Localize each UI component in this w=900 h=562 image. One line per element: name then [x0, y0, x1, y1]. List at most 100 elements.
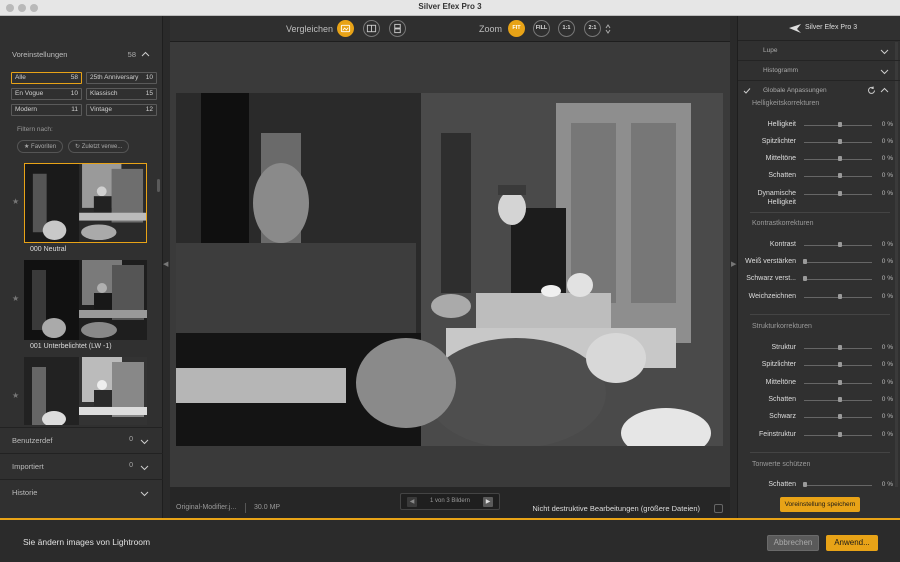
- contrast-group-title: Kontrastkorrekturen: [752, 220, 814, 227]
- slider-label: Schatten: [768, 481, 796, 488]
- preset-category-en-vogue[interactable]: En Vogue 10: [11, 88, 82, 100]
- recently-used-filter-chip[interactable]: ↻ Zuletzt verwe...: [68, 140, 130, 153]
- chevron-down-icon: [880, 69, 889, 75]
- slider-structure-highlights[interactable]: Spitzlichter 0 %: [738, 360, 893, 376]
- slider-knob[interactable]: [838, 122, 842, 127]
- save-preset-button[interactable]: Voreinstellung speichern: [780, 497, 860, 512]
- slider-amplify-blacks[interactable]: Schwarz verst... 0 %: [738, 274, 893, 290]
- slider-shadows[interactable]: Schatten 0 %: [738, 171, 893, 187]
- global-adjustments-section[interactable]: Globale Anpassungen: [738, 81, 900, 101]
- slider-structure-blacks[interactable]: Schwarz 0 %: [738, 412, 893, 428]
- zoom-1-1-button[interactable]: 1:1: [558, 20, 575, 37]
- compare-side-by-side-button[interactable]: [389, 20, 406, 37]
- slider-value: 0 %: [881, 344, 893, 351]
- preset-category-klassisch[interactable]: Klassisch 15: [86, 88, 157, 100]
- filename-label: Original-Modifier.j...: [176, 504, 237, 511]
- imported-presets-section[interactable]: Importiert 0: [0, 453, 163, 479]
- zoom-2-1-button[interactable]: 2:1: [584, 20, 601, 37]
- preview-photo[interactable]: [176, 93, 723, 446]
- slider-knob[interactable]: [803, 259, 807, 264]
- slider-midtones[interactable]: Mitteltöne 0 %: [738, 154, 893, 170]
- reset-icon[interactable]: [867, 86, 876, 95]
- histogram-section[interactable]: Histogramm: [738, 61, 900, 81]
- slider-structure[interactable]: Struktur 0 %: [738, 343, 893, 359]
- slider-knob[interactable]: [838, 294, 842, 299]
- slider-structure-midtones[interactable]: Mitteltöne 0 %: [738, 378, 893, 394]
- slider-knob[interactable]: [838, 380, 842, 385]
- slider-knob[interactable]: [838, 173, 842, 178]
- title-bar: Silver Efex Pro 3: [0, 0, 900, 16]
- slider-value: 0 %: [881, 241, 893, 248]
- slider-fine-structure[interactable]: Feinstruktur 0 %: [738, 430, 893, 446]
- slider-track[interactable]: [804, 262, 872, 263]
- section-label: Histogramm: [763, 67, 799, 74]
- slider-contrast[interactable]: Kontrast 0 %: [738, 240, 893, 256]
- preset-category-25th-anniversary[interactable]: 25th Anniversary 10: [86, 72, 157, 84]
- group-divider: [750, 212, 890, 213]
- preview-toolbar: Vergleichen Zoom FIT FILL 1:1 2:1: [170, 16, 730, 42]
- compare-split-button[interactable]: [363, 20, 380, 37]
- photo-canvas: ◀ 1 von 3 Bildern ▶: [170, 42, 730, 510]
- compare-icon: [340, 24, 351, 33]
- compare-label: Vergleichen: [286, 24, 334, 34]
- favorite-star-icon[interactable]: ★: [12, 197, 19, 206]
- preset-category-alle[interactable]: Alle 58: [11, 72, 82, 84]
- slider-label: Spitzlichter: [761, 361, 796, 368]
- slider-knob[interactable]: [803, 276, 807, 281]
- preset-category-vintage[interactable]: Vintage 12: [86, 104, 157, 116]
- slider-knob[interactable]: [838, 345, 842, 350]
- slider-knob[interactable]: [838, 191, 842, 196]
- slider-knob[interactable]: [838, 362, 842, 367]
- slider-structure-shadows[interactable]: Schatten 0 %: [738, 395, 893, 411]
- slider-value: 0 %: [881, 431, 893, 438]
- slider-knob[interactable]: [803, 482, 807, 487]
- slider-value: 0 %: [881, 361, 893, 368]
- zoom-fill-button[interactable]: FILL: [533, 20, 550, 37]
- slider-knob[interactable]: [838, 397, 842, 402]
- collapse-right-panel-icon[interactable]: ▶: [731, 260, 736, 268]
- slider-dynamic-brightness[interactable]: Dynamische Helligkeit 0 %: [738, 189, 893, 209]
- slider-knob[interactable]: [838, 432, 842, 437]
- zoom-fit-button[interactable]: FIT: [508, 20, 525, 37]
- checkmark-icon[interactable]: [743, 87, 751, 95]
- preset-list-scrollbar[interactable]: [157, 179, 160, 192]
- preset-thumbnail[interactable]: [24, 357, 147, 425]
- history-section[interactable]: Historie: [0, 479, 163, 505]
- section-count: 0: [129, 462, 133, 469]
- favorite-star-icon[interactable]: ★: [12, 391, 19, 400]
- cancel-button[interactable]: Abbrechen: [767, 535, 819, 551]
- slider-track[interactable]: [804, 279, 872, 280]
- preset-thumbnail[interactable]: [24, 260, 147, 340]
- slider-track[interactable]: [804, 485, 872, 486]
- custom-presets-section[interactable]: Benutzerdef 0: [0, 427, 163, 453]
- slider-knob[interactable]: [838, 414, 842, 419]
- apply-button[interactable]: Anwend...: [826, 535, 878, 551]
- thumbnail-image: [24, 260, 147, 340]
- slider-knob[interactable]: [838, 156, 842, 161]
- slider-value: 0 %: [881, 155, 893, 162]
- favorite-star-icon[interactable]: ★: [12, 294, 19, 303]
- collapse-left-panel-icon[interactable]: ◀: [163, 260, 168, 268]
- slider-knob[interactable]: [838, 139, 842, 144]
- slider-knob[interactable]: [838, 242, 842, 247]
- favorites-filter-chip[interactable]: ★ Favoriten: [17, 140, 64, 153]
- slider-value: 0 %: [881, 293, 893, 300]
- loupe-section[interactable]: Lupe: [738, 41, 900, 61]
- slider-label: Schwarz verst...: [746, 275, 796, 282]
- nondestructive-checkbox[interactable]: [714, 504, 723, 513]
- megapixels-label: 30.0 MP: [254, 504, 281, 511]
- preset-category-modern[interactable]: Modern 11: [11, 104, 82, 116]
- zoom-stepper-icon[interactable]: [605, 24, 611, 34]
- slider-highlights[interactable]: Spitzlichter 0 %: [738, 137, 893, 153]
- slider-value: 0 %: [881, 172, 893, 179]
- presets-header[interactable]: Voreinstellungen 58: [12, 50, 150, 64]
- adjustments-scrollbar[interactable]: [895, 42, 898, 487]
- slider-brightness[interactable]: Helligkeit 0 %: [738, 120, 893, 136]
- compare-before-after-button[interactable]: [337, 20, 354, 37]
- product-name: Silver Efex Pro 3: [805, 24, 858, 31]
- slider-soft-contrast[interactable]: Weichzeichnen 0 %: [738, 292, 893, 308]
- slider-protect-shadows[interactable]: Schatten 0 %: [738, 480, 893, 496]
- slider-amplify-whites[interactable]: Weiß verstärken 0 %: [738, 257, 893, 273]
- slider-value: 0 %: [881, 138, 893, 145]
- preset-thumbnail[interactable]: [24, 163, 147, 243]
